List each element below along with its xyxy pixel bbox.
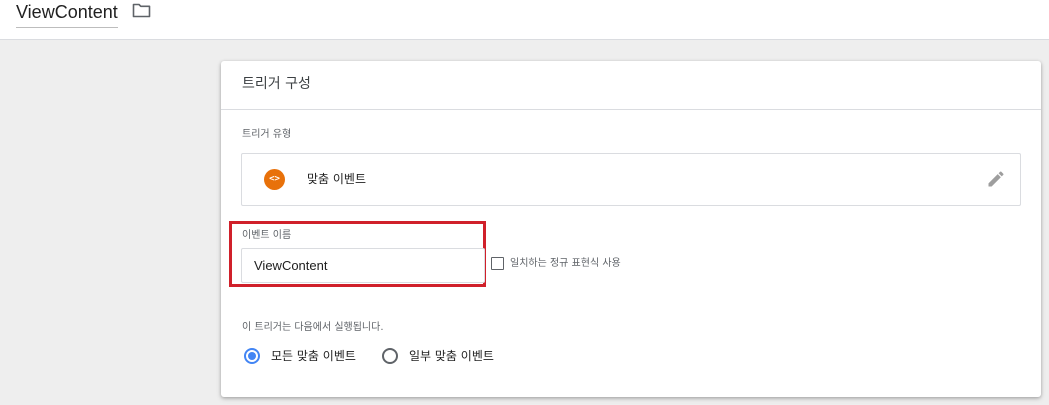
card-title: 트리거 구성 — [242, 76, 311, 92]
pencil-icon[interactable] — [986, 169, 1006, 189]
radio-all-custom-events[interactable] — [244, 348, 260, 364]
regex-checkbox-label: 일치하는 정규 표현식 사용 — [510, 258, 621, 269]
regex-checkbox[interactable] — [491, 257, 504, 270]
custom-event-icon: <> — [264, 169, 285, 190]
card-header: 트리거 구성 — [221, 61, 1041, 110]
radio-some-custom-events[interactable] — [382, 348, 398, 364]
trigger-configuration-card: 트리거 구성 트리거 유형 <> 맞춤 이벤트 이벤트 이름 일치하는 정규 표… — [221, 61, 1041, 397]
top-bar: ViewContent — [0, 0, 1049, 40]
radio-some-custom-events-label[interactable]: 일부 맞춤 이벤트 — [409, 348, 494, 364]
fires-on-label: 이 트리거는 다음에서 실행됩니다. — [242, 322, 384, 333]
folder-icon[interactable] — [132, 3, 151, 18]
trigger-type-name: 맞춤 이벤트 — [307, 172, 367, 186]
trigger-type-label: 트리거 유형 — [242, 129, 292, 140]
event-name-label: 이벤트 이름 — [242, 230, 292, 241]
trigger-name-title[interactable]: ViewContent — [16, 1, 118, 28]
event-name-input[interactable] — [241, 248, 485, 283]
radio-all-custom-events-label[interactable]: 모든 맞춤 이벤트 — [271, 348, 356, 364]
trigger-type-selector[interactable]: <> 맞춤 이벤트 — [241, 153, 1021, 206]
